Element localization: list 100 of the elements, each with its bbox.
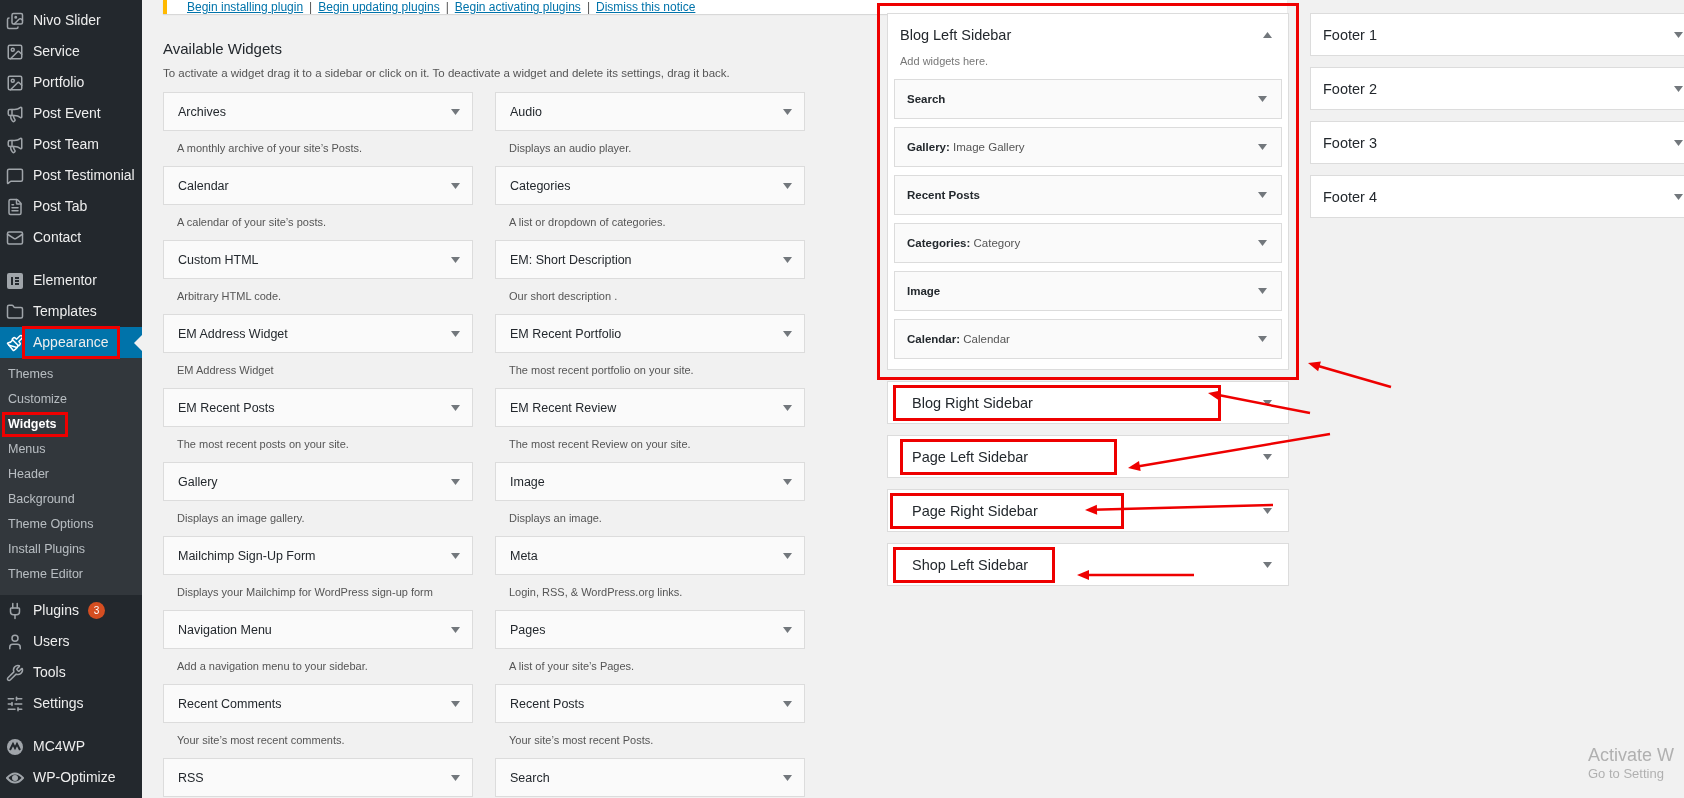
menu-item[interactable]: Portfolio bbox=[0, 67, 142, 98]
menu-item[interactable]: Post Tab bbox=[0, 191, 142, 222]
widget-card[interactable]: EM Recent Posts bbox=[163, 388, 473, 427]
menu-item[interactable]: WP-Optimize bbox=[0, 762, 142, 793]
sidebar-title[interactable]: Shop Left Sidebar bbox=[893, 546, 1055, 583]
notice-link[interactable]: Dismiss this notice bbox=[596, 0, 696, 14]
widget-card[interactable]: EM Recent Review bbox=[495, 388, 805, 427]
widget-card[interactable]: Categories bbox=[495, 166, 805, 205]
caret-icon[interactable] bbox=[1258, 144, 1267, 150]
sidebar-title[interactable]: Blog Right Sidebar bbox=[893, 384, 1221, 421]
widget-card[interactable]: RSS bbox=[163, 758, 473, 797]
caret-icon[interactable] bbox=[783, 404, 792, 411]
notice-link[interactable]: Begin installing plugin bbox=[187, 0, 304, 14]
caret-icon[interactable] bbox=[1674, 193, 1683, 200]
sidebar-title[interactable]: Footer 4 bbox=[1323, 188, 1377, 205]
sidebar-title[interactable]: Page Right Sidebar bbox=[890, 492, 1124, 529]
caret-icon[interactable] bbox=[1258, 192, 1267, 198]
caret-icon[interactable] bbox=[1674, 139, 1683, 146]
caret-icon[interactable] bbox=[451, 478, 460, 485]
caret-icon[interactable] bbox=[451, 404, 460, 411]
widget-card[interactable]: EM: Short Description bbox=[495, 240, 805, 279]
submenu-item[interactable]: Install Plugins bbox=[2, 537, 97, 562]
caret-icon[interactable] bbox=[451, 774, 460, 781]
caret-icon[interactable] bbox=[783, 552, 792, 559]
widget-card[interactable]: Gallery: Image Gallery bbox=[894, 127, 1282, 167]
caret-icon[interactable] bbox=[1258, 96, 1267, 102]
widget-card[interactable]: Image bbox=[495, 462, 805, 501]
submenu-item[interactable]: Menus bbox=[2, 437, 57, 462]
menu-item[interactable]: Templates bbox=[0, 296, 142, 327]
caret-icon[interactable] bbox=[1263, 561, 1272, 568]
caret-icon[interactable] bbox=[1258, 240, 1267, 246]
menu-item[interactable]: Settings bbox=[0, 688, 142, 719]
notice-link[interactable]: Begin updating plugins bbox=[318, 0, 440, 14]
caret-icon[interactable] bbox=[783, 182, 792, 189]
caret-icon[interactable] bbox=[783, 330, 792, 337]
widget-card[interactable]: Mailchimp Sign-Up Form bbox=[163, 536, 473, 575]
menu-item[interactable]: MC4WP bbox=[0, 731, 142, 762]
menu-item[interactable]: Post Team bbox=[0, 129, 142, 160]
widget-card[interactable]: Search bbox=[495, 758, 805, 797]
widget-card[interactable]: Audio bbox=[495, 92, 805, 131]
menu-item[interactable]: Appearance bbox=[0, 327, 142, 358]
submenu-item[interactable]: Theme Options bbox=[2, 512, 105, 537]
menu-item[interactable]: Users bbox=[0, 626, 142, 657]
caret-icon[interactable] bbox=[783, 626, 792, 633]
sidebar-title[interactable]: Footer 1 bbox=[1323, 26, 1377, 43]
sidebar-title[interactable]: Footer 2 bbox=[1323, 80, 1377, 97]
menu-item[interactable]: Tools bbox=[0, 657, 142, 688]
widget-card[interactable]: Gallery bbox=[163, 462, 473, 501]
submenu-item[interactable]: Widgets bbox=[2, 412, 68, 437]
widget-card[interactable]: Search bbox=[894, 79, 1282, 119]
caret-icon[interactable] bbox=[1263, 31, 1272, 38]
menu-item[interactable]: Service bbox=[0, 36, 142, 67]
sidebar-title[interactable]: Blog Left Sidebar bbox=[900, 26, 1012, 43]
notice-link[interactable]: Begin activating plugins bbox=[454, 0, 581, 14]
caret-icon[interactable] bbox=[783, 700, 792, 707]
caret-icon[interactable] bbox=[783, 478, 792, 485]
caret-icon[interactable] bbox=[1674, 31, 1683, 38]
widget-card[interactable]: EM Address Widget bbox=[163, 314, 473, 353]
caret-icon[interactable] bbox=[1263, 399, 1272, 406]
caret-icon[interactable] bbox=[1263, 453, 1272, 460]
caret-icon[interactable] bbox=[451, 256, 460, 263]
caret-icon[interactable] bbox=[783, 256, 792, 263]
submenu-item[interactable]: Theme Editor bbox=[2, 562, 95, 587]
widget-card[interactable]: Pages bbox=[495, 610, 805, 649]
caret-icon[interactable] bbox=[1674, 85, 1683, 92]
submenu-item[interactable]: Header bbox=[2, 462, 60, 487]
caret-icon[interactable] bbox=[783, 108, 792, 115]
widget-card[interactable]: Recent Posts bbox=[495, 684, 805, 723]
caret-icon[interactable] bbox=[451, 552, 460, 559]
widget-card[interactable]: Calendar bbox=[163, 166, 473, 205]
caret-icon[interactable] bbox=[783, 774, 792, 781]
widget-card[interactable]: Image bbox=[894, 271, 1282, 311]
caret-icon[interactable] bbox=[451, 108, 460, 115]
widget-card[interactable]: Calendar: Calendar bbox=[894, 319, 1282, 359]
menu-item[interactable]: Contact bbox=[0, 222, 142, 253]
caret-icon[interactable] bbox=[1258, 288, 1267, 294]
submenu-item[interactable]: Customize bbox=[2, 387, 79, 412]
submenu-item[interactable]: Background bbox=[2, 487, 86, 512]
caret-icon[interactable] bbox=[451, 182, 460, 189]
menu-item[interactable]: Post Testimonial bbox=[0, 160, 142, 191]
sidebar-title[interactable]: Footer 3 bbox=[1323, 134, 1377, 151]
menu-item[interactable]: Elementor bbox=[0, 265, 142, 296]
widget-card[interactable]: Recent Posts bbox=[894, 175, 1282, 215]
widget-card[interactable]: Meta bbox=[495, 536, 805, 575]
menu-item[interactable]: Plugins 3 bbox=[0, 595, 142, 626]
widget-card[interactable]: EM Recent Portfolio bbox=[495, 314, 805, 353]
widget-card[interactable]: Custom HTML bbox=[163, 240, 473, 279]
caret-icon[interactable] bbox=[451, 626, 460, 633]
caret-icon[interactable] bbox=[451, 700, 460, 707]
menu-item[interactable]: Post Event bbox=[0, 98, 142, 129]
caret-icon[interactable] bbox=[1258, 336, 1267, 342]
menu-item[interactable]: Nivo Slider bbox=[0, 5, 142, 36]
caret-icon[interactable] bbox=[451, 330, 460, 337]
widget-card[interactable]: Archives bbox=[163, 92, 473, 131]
widget-card[interactable]: Recent Comments bbox=[163, 684, 473, 723]
submenu-item[interactable]: Themes bbox=[2, 362, 65, 387]
sidebar-title[interactable]: Page Left Sidebar bbox=[900, 438, 1117, 475]
caret-icon[interactable] bbox=[1263, 507, 1272, 514]
widget-card[interactable]: Categories: Category bbox=[894, 223, 1282, 263]
widget-card[interactable]: Navigation Menu bbox=[163, 610, 473, 649]
